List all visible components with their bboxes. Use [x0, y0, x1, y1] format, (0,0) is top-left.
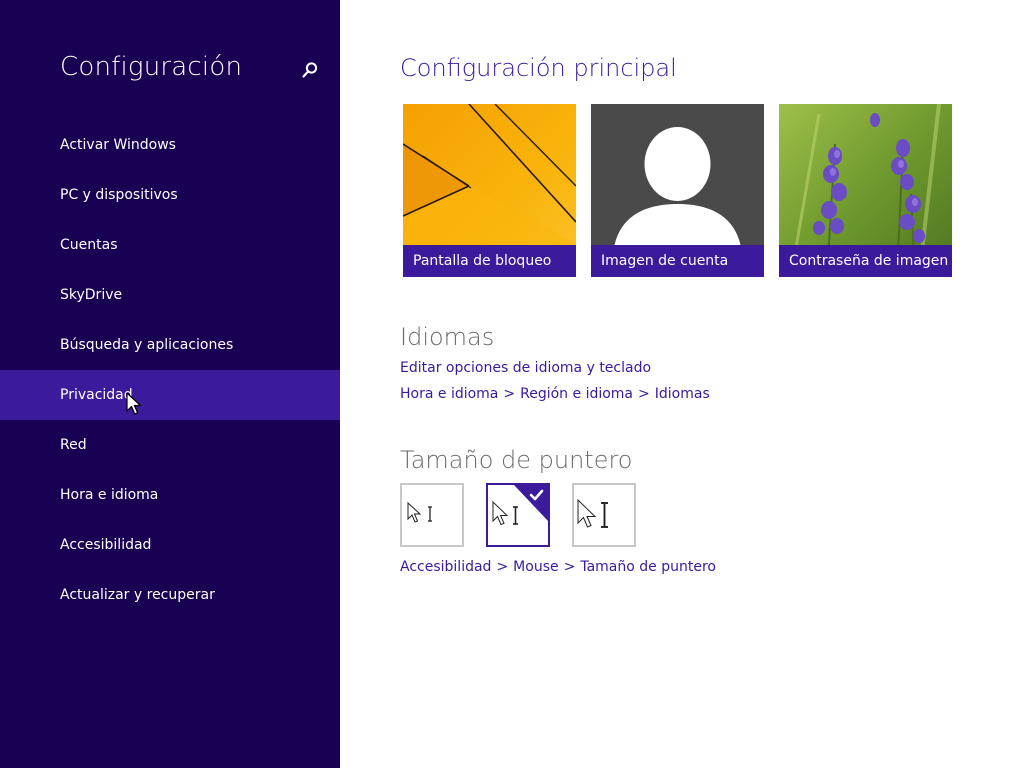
- pointer-size-heading: Tamaño de puntero: [400, 446, 633, 474]
- sidebar-title: Configuración: [60, 52, 243, 82]
- search-icon: [302, 62, 318, 78]
- sidebar-item-accesibilidad[interactable]: Accesibilidad: [0, 520, 340, 570]
- pointer-medium-icon: [492, 485, 548, 526]
- tile-lock-screen[interactable]: Pantalla de bloqueo: [403, 104, 576, 277]
- pointer-small-icon: [407, 501, 432, 523]
- main-panel: Configuración principal Pantalla de bloq…: [340, 0, 1024, 768]
- sidebar-item-pc-y-dispositivos[interactable]: PC y dispositivos: [0, 170, 340, 220]
- mouse-cursor-icon: [126, 392, 142, 415]
- sidebar-item-activar-windows[interactable]: Activar Windows: [0, 120, 340, 170]
- breadcrumb-idiomas-link[interactable]: Idiomas: [655, 386, 710, 402]
- sidebar-nav: Activar Windows PC y dispositivos Cuenta…: [0, 120, 340, 620]
- breadcrumb-tamano-de-puntero-link[interactable]: Tamaño de puntero: [580, 559, 716, 575]
- pointer-large-icon: [577, 498, 608, 528]
- pointer-size-large-option[interactable]: [572, 483, 636, 547]
- sidebar-item-hora-e-idioma[interactable]: Hora e idioma: [0, 470, 340, 520]
- tile-account-picture-label: Imagen de cuenta: [591, 245, 764, 277]
- edit-language-options-link[interactable]: Editar opciones de idioma y teclado: [400, 360, 651, 376]
- languages-breadcrumb: Hora e idioma > Región e idioma > Idiomas: [400, 386, 710, 402]
- sidebar: Configuración Activar Windows PC y dispo…: [0, 0, 340, 768]
- pointer-size-small-option[interactable]: [400, 483, 464, 547]
- breadcrumb-accesibilidad-link[interactable]: Accesibilidad: [400, 559, 491, 575]
- sidebar-item-actualizar-y-recuperar[interactable]: Actualizar y recuperar: [0, 570, 340, 620]
- pointer-breadcrumb: Accesibilidad > Mouse > Tamaño de puntero: [400, 559, 716, 575]
- breadcrumb-separator: >: [563, 559, 576, 575]
- sidebar-item-skydrive[interactable]: SkyDrive: [0, 270, 340, 320]
- tile-picture-password[interactable]: Contraseña de imagen: [779, 104, 952, 277]
- sidebar-item-busqueda-y-aplicaciones[interactable]: Búsqueda y aplicaciones: [0, 320, 340, 370]
- tile-account-picture[interactable]: Imagen de cuenta: [591, 104, 764, 277]
- sidebar-item-privacidad[interactable]: Privacidad: [0, 370, 340, 420]
- breadcrumb-separator: >: [638, 386, 650, 402]
- page-title: Configuración principal: [400, 54, 677, 82]
- breadcrumb-region-e-idioma-link[interactable]: Región e idioma: [520, 386, 633, 402]
- sidebar-item-red[interactable]: Red: [0, 420, 340, 470]
- languages-heading: Idiomas: [400, 323, 495, 351]
- breadcrumb-separator: >: [496, 559, 509, 575]
- settings-window: Configuración Activar Windows PC y dispo…: [0, 0, 1024, 768]
- pointer-size-medium-option[interactable]: [486, 483, 550, 547]
- tile-lock-screen-label: Pantalla de bloqueo: [403, 245, 576, 277]
- breadcrumb-separator: >: [503, 386, 516, 402]
- breadcrumb-hora-e-idioma-link[interactable]: Hora e idioma: [400, 386, 498, 402]
- sidebar-item-cuentas[interactable]: Cuentas: [0, 220, 340, 270]
- search-button[interactable]: [296, 56, 324, 84]
- breadcrumb-mouse-link[interactable]: Mouse: [513, 559, 558, 575]
- tile-picture-password-label: Contraseña de imagen: [779, 245, 952, 277]
